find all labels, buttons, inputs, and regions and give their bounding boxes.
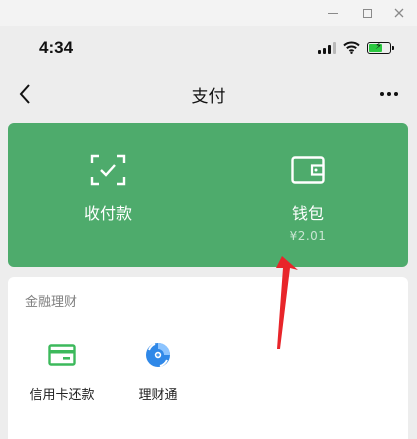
signal-icon — [318, 42, 336, 54]
licaitong-icon — [143, 339, 173, 371]
collect-pay-label: 收付款 — [83, 204, 132, 223]
credit-card-repayment-button[interactable]: 信用卡还款 — [22, 339, 102, 403]
wallet-button[interactable]: 钱包 ¥2.01 — [208, 123, 408, 267]
maximize-icon[interactable] — [356, 3, 378, 23]
licaitong-label: 理财通 — [138, 388, 178, 403]
minimize-icon[interactable] — [322, 3, 344, 23]
licaitong-button[interactable]: 理财通 — [126, 339, 190, 403]
window-title-bar — [0, 0, 417, 26]
scan-check-icon — [90, 153, 126, 187]
status-bar: 4:34 ⚡ — [0, 26, 417, 72]
wallet-icon — [291, 153, 325, 187]
more-icon[interactable] — [374, 82, 404, 106]
credit-card-icon — [48, 339, 76, 371]
wallet-label: 钱包 — [291, 204, 324, 223]
wifi-icon — [343, 39, 360, 58]
credit-card-label: 信用卡还款 — [29, 388, 95, 403]
navigation-bar: 支付 — [0, 72, 417, 116]
collect-pay-button[interactable]: 收付款 — [8, 123, 208, 267]
battery-icon: ⚡ — [367, 41, 394, 54]
status-icons: ⚡ — [318, 39, 394, 58]
page-title: 支付 — [191, 87, 226, 107]
close-icon[interactable] — [388, 3, 410, 23]
pay-card: 收付款 钱包 ¥2.01 — [8, 123, 408, 267]
status-time: 4:34 — [39, 38, 74, 57]
finance-section-title: 金融理财 — [25, 295, 78, 310]
wallet-balance: ¥2.01 — [289, 229, 327, 243]
finance-section: 金融理财 信用卡还款 理财通 — [8, 277, 408, 439]
